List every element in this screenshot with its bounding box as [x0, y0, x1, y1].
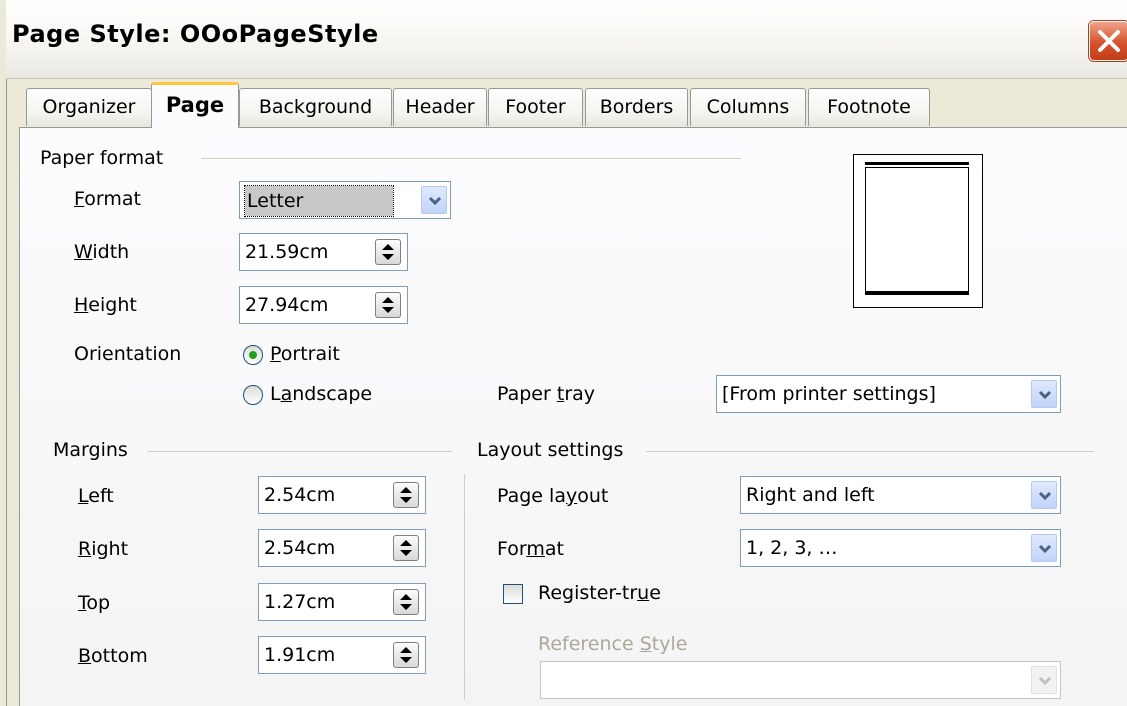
section-divider [646, 451, 1094, 452]
page-layout-dropdown-button[interactable] [1031, 481, 1057, 509]
format-select[interactable]: Letter [239, 181, 451, 219]
close-button[interactable] [1089, 21, 1127, 61]
bottom-margin-spin-button[interactable] [393, 642, 419, 668]
register-true-checkbox[interactable] [503, 584, 523, 604]
tab-borders[interactable]: Borders [585, 88, 688, 126]
page-preview [853, 154, 983, 308]
window-title: Page Style: OOoPageStyle [12, 20, 379, 48]
height-value: 27.94cm [245, 294, 329, 316]
tab-footnote[interactable]: Footnote [808, 88, 930, 126]
paper-tray-label: Paper tray [497, 383, 596, 405]
right-margin-spin-button[interactable] [393, 535, 419, 561]
bottom-margin-spinfield[interactable]: 1.91cm [258, 636, 426, 674]
tab-background[interactable]: Background [239, 88, 392, 126]
top-margin-spin-button[interactable] [393, 589, 419, 615]
margins-heading: Margins [53, 439, 128, 461]
top-margin-spinfield[interactable]: 1.27cm [258, 583, 426, 621]
chevron-down-icon [428, 196, 442, 206]
preview-text-area [865, 167, 969, 293]
reference-style-select[interactable] [540, 661, 1061, 699]
tab-footer[interactable]: Footer [488, 88, 583, 126]
column-separator [464, 474, 465, 700]
chevron-down-icon [1038, 390, 1052, 400]
numbering-format-label: Format [497, 538, 564, 560]
left-margin-spinfield[interactable]: 2.54cm [258, 476, 426, 514]
section-divider [147, 451, 452, 452]
page-layout-select[interactable]: Right and left [740, 476, 1061, 514]
spin-updown-icon [382, 244, 394, 260]
width-spinfield[interactable]: 21.59cm [239, 233, 408, 271]
numbering-format-value: 1, 2, 3, … [746, 537, 838, 559]
height-spinfield[interactable]: 27.94cm [239, 286, 408, 324]
orientation-label: Orientation [74, 343, 182, 365]
chevron-down-icon [1038, 544, 1052, 554]
landscape-label[interactable]: Landscape [270, 383, 372, 405]
spin-updown-icon [400, 487, 412, 503]
tab-page[interactable]: Page [151, 82, 239, 128]
paper-tray-select[interactable]: [From printer settings] [716, 375, 1061, 413]
preview-header-line [865, 162, 969, 165]
top-margin-label: Top [78, 592, 111, 614]
section-divider [201, 158, 741, 159]
portrait-label[interactable]: Portrait [270, 343, 340, 365]
tab-organizer[interactable]: Organizer [26, 88, 152, 126]
left-margin-spin-button[interactable] [393, 482, 419, 508]
width-label: Width [74, 241, 130, 263]
radio-selected-dot [249, 351, 257, 359]
left-margin-label: Left [78, 485, 114, 507]
spin-updown-icon [400, 647, 412, 663]
paper-tray-dropdown-button[interactable] [1031, 380, 1057, 408]
paper-format-heading: Paper format [40, 147, 164, 169]
close-icon [1098, 30, 1120, 52]
spin-updown-icon [400, 594, 412, 610]
reference-style-label: Reference Style [538, 633, 688, 655]
paper-tray-value: [From printer settings] [722, 383, 936, 405]
bottom-margin-value: 1.91cm [264, 644, 336, 666]
left-margin-value: 2.54cm [264, 484, 336, 506]
reference-style-dropdown-button[interactable] [1031, 666, 1057, 694]
landscape-radio[interactable] [243, 385, 263, 405]
format-dropdown-button[interactable] [421, 186, 447, 214]
numbering-format-dropdown-button[interactable] [1031, 534, 1057, 562]
format-select-value: Letter [243, 185, 395, 217]
right-margin-value: 2.54cm [264, 537, 336, 559]
right-margin-label: Right [78, 538, 129, 560]
chevron-down-icon [1038, 491, 1052, 501]
chevron-down-icon [1038, 676, 1052, 686]
register-true-label[interactable]: Register-true [538, 582, 661, 604]
width-value: 21.59cm [245, 241, 329, 263]
page-layout-value: Right and left [746, 484, 875, 506]
numbering-format-select[interactable]: 1, 2, 3, … [740, 529, 1061, 567]
spin-updown-icon [382, 297, 394, 313]
page-layout-label: Page layout [497, 485, 609, 507]
spin-updown-icon [400, 540, 412, 556]
layout-settings-heading: Layout settings [477, 439, 624, 461]
top-margin-value: 1.27cm [264, 591, 336, 613]
format-label: Format [74, 188, 141, 210]
portrait-radio[interactable] [243, 345, 263, 365]
width-spin-button[interactable] [375, 239, 401, 265]
tab-columns[interactable]: Columns [690, 88, 806, 126]
preview-footer-line [865, 291, 969, 295]
bottom-margin-label: Bottom [78, 645, 148, 667]
tab-header[interactable]: Header [393, 88, 487, 126]
height-spin-button[interactable] [375, 292, 401, 318]
right-margin-spinfield[interactable]: 2.54cm [258, 529, 426, 567]
height-label: Height [74, 294, 137, 316]
